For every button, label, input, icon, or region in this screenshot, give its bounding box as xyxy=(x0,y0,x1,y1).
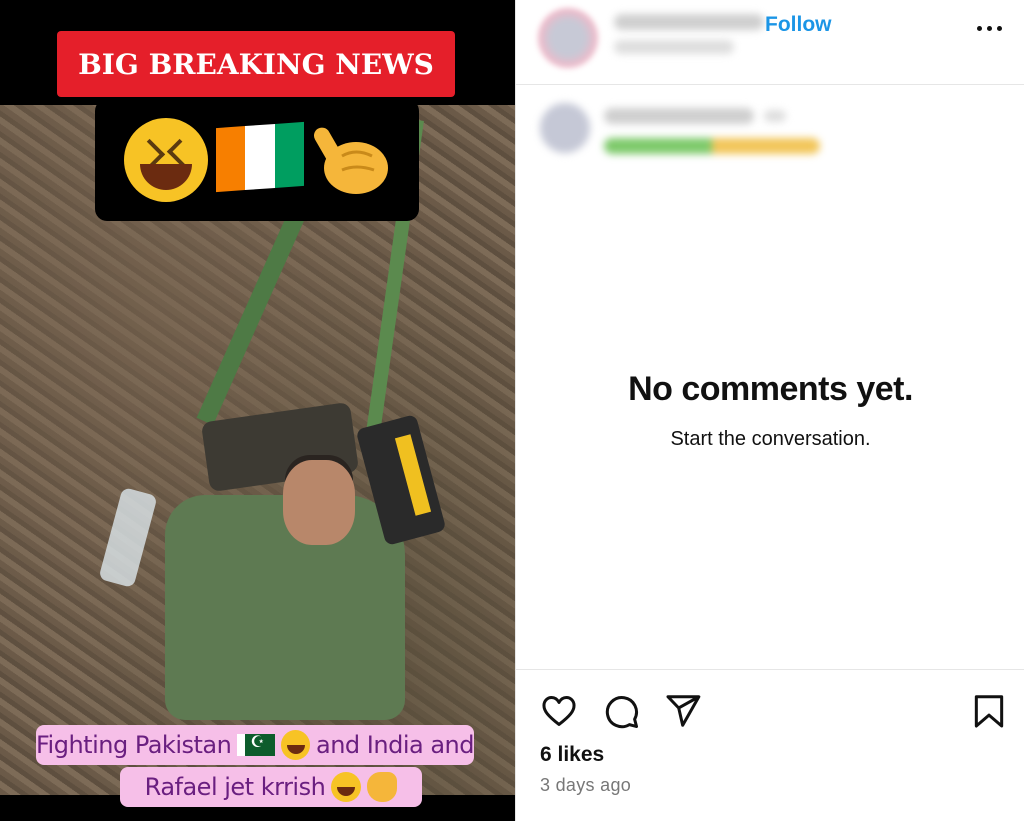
caption-text-redacted xyxy=(604,138,820,154)
laughing-emoji-icon xyxy=(280,730,311,760)
caption-author-redacted[interactable] xyxy=(604,108,754,124)
more-options-icon[interactable] xyxy=(974,18,1006,40)
likes-count[interactable]: 6 likes xyxy=(540,743,604,767)
caption-timestamp-redacted xyxy=(764,110,786,122)
author-avatar[interactable] xyxy=(538,8,598,68)
bookmark-icon[interactable] xyxy=(970,692,1008,730)
caption-text: Fighting Pakistan xyxy=(36,731,232,759)
post-side-panel: Follow No comments yet. Start the conver… xyxy=(515,0,1024,821)
caption-line-2: Rafael jet krrish xyxy=(120,767,422,807)
comment-icon[interactable] xyxy=(602,692,640,730)
pointing-hand-icon xyxy=(314,127,388,194)
video-caption: Fighting Pakistan and India and Rafael j… xyxy=(36,719,474,807)
header-divider xyxy=(516,84,1024,85)
empty-comments-title: No comments yet. xyxy=(628,370,913,408)
audio-label-redacted[interactable] xyxy=(614,40,734,54)
empty-comments-subtitle: Start the conversation. xyxy=(670,428,871,450)
actions-divider xyxy=(516,669,1024,670)
pakistan-flag-icon xyxy=(237,732,275,756)
share-icon[interactable] xyxy=(664,692,702,730)
caption-text: and India and xyxy=(316,731,474,759)
pilot-head xyxy=(283,460,355,545)
caption-line-1: Fighting Pakistan and India and xyxy=(36,725,474,765)
post-timestamp: 3 days ago xyxy=(540,775,632,795)
laughing-emoji-icon xyxy=(331,772,362,802)
laughing-emoji-icon xyxy=(124,118,208,202)
caption-author-avatar[interactable] xyxy=(540,103,590,153)
post-media[interactable]: BIG BREAKING NEWS Fighting Pakistan and … xyxy=(0,0,515,821)
ivory-coast-flag-icon xyxy=(216,121,304,193)
pointing-hand-icon xyxy=(367,772,398,802)
author-username-redacted[interactable] xyxy=(614,14,764,30)
breaking-news-banner: BIG BREAKING NEWS xyxy=(57,31,455,97)
pilot-figure xyxy=(165,495,405,720)
follow-button[interactable]: Follow xyxy=(765,13,832,37)
heart-icon[interactable] xyxy=(540,692,578,730)
caption-text: Rafael jet krrish xyxy=(144,773,326,801)
